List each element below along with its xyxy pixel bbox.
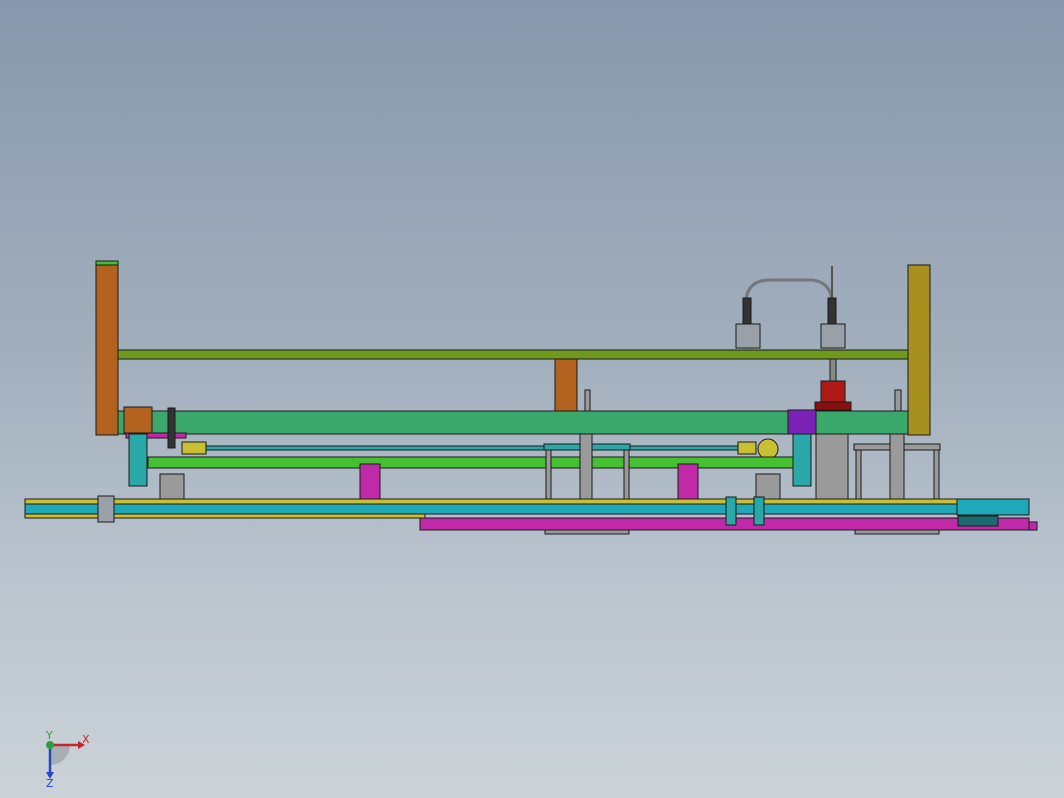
cad-model-side-view[interactable] [0,0,1064,798]
magenta-base-end [1028,521,1038,531]
small-post-b [894,389,902,413]
y-axis-dot [46,741,54,749]
left-post [95,262,119,436]
frame-leg-4 [545,449,552,501]
base-rail-end [956,498,1030,516]
base-rail-top [24,498,961,505]
base-rail-bottom [24,513,426,519]
foot-1 [544,529,630,535]
magenta-block-left [359,463,381,501]
triad-quadrant [50,745,70,765]
cable-loop [744,278,834,301]
bearing-right [757,438,779,460]
orange-end-block [123,406,153,434]
right-post [907,264,931,436]
base-rail [24,503,1030,515]
magenta-block-right [677,463,699,501]
gray-leg-left [159,473,185,501]
gray-cylinder-body [815,433,849,501]
x-axis-label: X [82,733,90,746]
cylinder-right [827,297,837,325]
teal-bracket-right [792,433,812,487]
teal-clamp-2 [753,496,765,526]
base-left-clamp [97,495,115,523]
motor-flange [814,401,852,411]
small-post-a [584,389,591,413]
upper-rail [117,349,909,360]
frame-leg-5 [623,449,630,501]
frame-leg-6 [579,433,593,501]
gray-leg-right [755,473,781,501]
orientation-triad: X Y Z [45,729,90,788]
frame-leg-3 [933,449,940,501]
cylinder-left-base [735,323,761,349]
y-axis-label: Y [45,729,53,742]
cylinder-left [742,297,752,325]
screw-coupling-right [737,441,757,455]
motor-shaft [829,358,837,382]
z-axis-label: Z [46,777,54,788]
magenta-base-plate [419,517,1030,531]
foot-2 [854,529,940,535]
frame-leg-1 [889,433,905,501]
graphics-viewport[interactable]: X Y Z [0,0,1064,798]
lead-screw [189,445,751,451]
purple-block [787,409,817,435]
handle [167,407,176,449]
center-support-block [554,358,578,412]
teal-clamp-1 [725,496,737,526]
dark-foot-right [957,515,999,527]
left-post-cap [95,260,119,266]
screw-coupling-left [181,441,207,455]
cylinder-right-base [820,323,846,349]
teal-bracket-left [128,433,148,487]
frame-leg-2 [855,449,862,501]
